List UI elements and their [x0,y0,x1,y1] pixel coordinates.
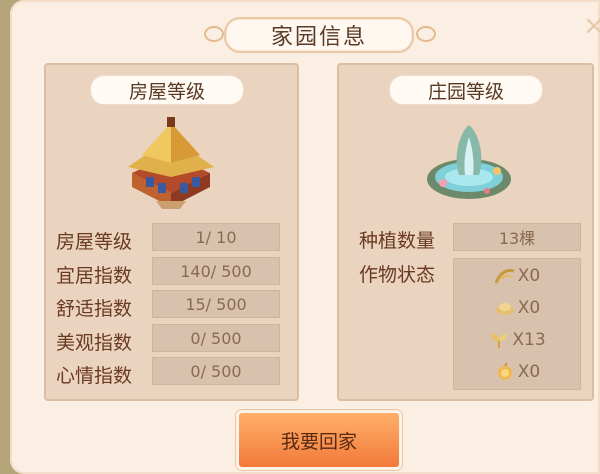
livability-value: 140/ 500 [152,257,280,285]
title-swirl-left [204,26,224,42]
house-level-value: 1/ 10 [152,223,280,251]
crop-status-label: 作物状态 [359,264,436,286]
comfort-value: 15/ 500 [152,290,280,318]
home-info-dialog: 家园信息 × 房屋等级 房屋等级 1/ 10 宜居指数 140/ 500 舒适指… [10,0,600,474]
ripe-crop-count: X0 [517,362,541,382]
wilted-crop-count: X0 [517,266,541,286]
crop-status-row: X13 [454,325,580,355]
plant-count-label: 种植数量 [359,230,436,252]
fountain-icon [427,125,511,199]
livability-label: 宜居指数 [56,265,133,287]
crop-status-row: X0 [454,357,580,387]
sprout-count: X13 [512,330,546,350]
house-panel: 房屋等级 房屋等级 1/ 10 宜居指数 140/ 500 舒适指数 15/ 5… [44,63,299,401]
ripe-crop-icon [497,363,512,380]
plant-count-value: 13棵 [453,223,581,251]
crop-status-list: X0 X0 X13 X0 [453,258,581,390]
title-swirl-right [416,26,436,42]
sprout-icon [491,334,508,348]
house-level-header: 房屋等级 [90,75,244,105]
wilted-crop-icon [494,269,515,284]
manor-panel: 庄园等级 种植数量 13棵 作物状态 X0 X0 X13 X0 [337,63,594,401]
house-icon [128,117,214,209]
dialog-title: 家园信息 [224,17,414,53]
close-icon[interactable]: × [582,13,600,39]
return-home-button[interactable]: 我要回家 [236,410,402,470]
mood-value: 0/ 500 [152,357,280,385]
house-level-label: 房屋等级 [56,231,133,253]
manor-level-header: 庄园等级 [389,75,543,105]
dry-crop-icon [495,303,514,315]
crop-status-row: X0 [454,293,580,323]
mood-label: 心情指数 [56,365,133,387]
beauty-label: 美观指数 [56,332,133,354]
crop-status-row: X0 [454,261,580,291]
dry-crop-count: X0 [517,298,541,318]
comfort-label: 舒适指数 [56,298,133,320]
beauty-value: 0/ 500 [152,324,280,352]
